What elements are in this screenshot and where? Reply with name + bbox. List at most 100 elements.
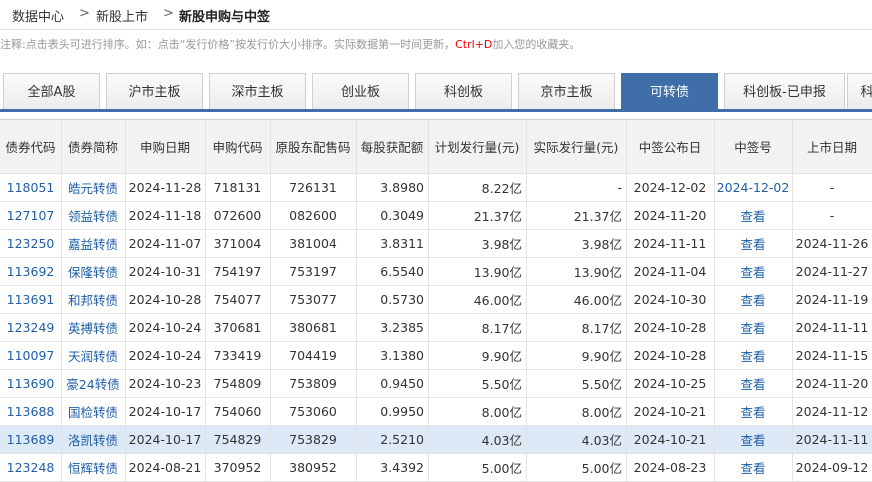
cell-allotment: 0.9450 [380,376,424,391]
column-divider [356,120,357,173]
column-divider [626,454,627,481]
cell-bond-code[interactable]: 113692 [0,258,61,285]
column-divider [356,314,357,341]
cell-bond-name[interactable]: 国检转债 [61,398,125,425]
cell-lucky-number[interactable]: 查看 [714,314,792,341]
header-lucky-number[interactable]: 中签号 [714,120,792,173]
column-divider [61,454,62,481]
column-divider [356,398,357,425]
header-bond-code[interactable]: 债券代码 [0,120,61,173]
cell-planned-size: 8.22亿 [481,181,522,196]
table-row[interactable]: 127107 领益转债 2024-11-18 072600 082600 0.3049 21… [0,202,872,230]
cell-bond-name[interactable]: 领益转债 [61,202,125,229]
cell-actual-size: 5.00亿 [581,461,622,476]
cell-bond-name[interactable]: 英搏转债 [61,314,125,341]
cell-actual-size: 13.90亿 [573,265,622,280]
column-divider [356,230,357,257]
cell-bond-code[interactable]: 123249 [0,314,61,341]
column-divider [526,398,527,425]
cell-bond-code[interactable]: 113691 [0,286,61,313]
cell-lucky-number[interactable]: 查看 [714,342,792,369]
cell-bond-code[interactable]: 118051 [0,174,61,201]
cell-lucky-number[interactable]: 查看 [714,202,792,229]
tab-sh-main[interactable]: 沪市主板 [106,73,203,110]
cell-planned-size: 9.90亿 [481,349,522,364]
breadcrumb-item-current: 新股申购与中签 [179,10,271,25]
tab-star-filed[interactable]: 科创板-已申报 [724,73,845,110]
cell-lucky-number[interactable]: 查看 [714,286,792,313]
table-row[interactable]: 113690 豪24转债 2024-10-23 754809 753809 0.9450 5… [0,370,872,398]
table-row[interactable]: 113689 洛凯转债 2024-10-17 754829 753829 2.5210 4.… [0,426,872,454]
cell-bond-name[interactable]: 保隆转债 [61,258,125,285]
header-bond-name[interactable]: 债券简称 [61,120,125,173]
cell-lucky-number[interactable]: 查看 [714,370,792,397]
column-divider [792,454,793,481]
header-subscribe-code[interactable]: 申购代码 [205,120,270,173]
header-planned-size[interactable]: 计划发行量(元) [428,120,526,173]
cell-bond-name[interactable]: 嘉益转债 [61,230,125,257]
column-divider [61,258,62,285]
cell-listing-date: 2024-11-12 [795,404,869,419]
cell-bond-code[interactable]: 113690 [0,370,61,397]
tab-all-a[interactable]: 全部A股 [3,73,100,110]
column-divider [714,398,715,425]
cell-bond-code[interactable]: 123248 [0,454,61,481]
table-row[interactable]: 118051 皓元转债 2024-11-28 718131 726131 3.8980 8.… [0,174,872,202]
cell-actual-size: 5.50亿 [581,377,622,392]
column-divider [205,120,206,173]
cell-bond-name[interactable]: 和邦转债 [61,286,125,313]
bond-table: 债券代码 债券简称 申购日期 申购代码 原股东配售码 每股获配额 计划发行量(元) 实际发行量… [0,119,872,482]
cell-subscribe-date: 2024-11-18 [128,208,202,223]
cell-lucky-number[interactable]: 2024-12-02 [714,174,792,201]
header-subscribe-date[interactable]: 申购日期 [125,120,205,173]
cell-bond-name[interactable]: 恒辉转债 [61,454,125,481]
cell-bond-name[interactable]: 皓元转债 [61,174,125,201]
cell-bond-name[interactable]: 天润转债 [61,342,125,369]
cell-lucky-number[interactable]: 查看 [714,258,792,285]
cell-bond-code[interactable]: 127107 [0,202,61,229]
cell-listing-date: 2024-09-12 [795,460,869,475]
cell-lucky-number[interactable]: 查看 [714,426,792,453]
cell-listing-date: 2024-11-27 [795,264,869,279]
cell-bond-name[interactable]: 豪24转债 [61,370,125,397]
table-row[interactable]: 110097 天润转债 2024-10-24 733419 704419 3.1380 9.… [0,342,872,370]
table-row[interactable]: 113692 保隆转债 2024-10-31 754197 753197 6.5540 13… [0,258,872,286]
cell-planned-size: 46.00亿 [473,293,522,308]
column-divider [61,174,62,201]
cell-planned-size: 3.98亿 [481,237,522,252]
cell-bond-code[interactable]: 113689 [0,426,61,453]
column-divider [61,342,62,369]
header-listing-date[interactable]: 上市日期 [792,120,872,173]
table-row[interactable]: 113688 国检转债 2024-10-17 754060 753060 0.9950 8.… [0,398,872,426]
table-row[interactable]: 123250 嘉益转债 2024-11-07 371004 381004 3.8311 3.… [0,230,872,258]
cell-bond-name[interactable]: 洛凯转债 [61,426,125,453]
column-divider [792,258,793,285]
column-divider [428,426,429,453]
tab-sz-main[interactable]: 深市主板 [209,73,306,110]
header-result-date[interactable]: 中签公布日 [626,120,714,173]
cell-lucky-number[interactable]: 查看 [714,398,792,425]
cell-placement-code: 381004 [289,236,337,251]
tab-more[interactable]: 科 [847,73,872,110]
cell-bond-code[interactable]: 113688 [0,398,61,425]
header-actual-size[interactable]: 实际发行量(元) [526,120,626,173]
cell-bond-code[interactable]: 123250 [0,230,61,257]
tab-chinext[interactable]: 创业板 [312,73,409,110]
table-row[interactable]: 123248 恒辉转债 2024-08-21 370952 380952 3.4392 5.… [0,454,872,482]
table-row[interactable]: 113691 和邦转债 2024-10-28 754077 753077 0.5730 46… [0,286,872,314]
cell-lucky-number[interactable]: 查看 [714,454,792,481]
tab-bj-main[interactable]: 京市主板 [518,73,615,110]
cell-result-date: 2024-11-20 [633,208,707,223]
header-placement-code[interactable]: 原股东配售码 [270,120,356,173]
cell-bond-code[interactable]: 110097 [0,342,61,369]
column-divider [428,454,429,481]
cell-actual-size: - [617,180,622,195]
tab-convertible[interactable]: 可转债 [621,73,718,110]
tab-star[interactable]: 科创板 [415,73,512,110]
cell-lucky-number[interactable]: 查看 [714,230,792,257]
table-row[interactable]: 123249 英搏转债 2024-10-24 370681 380681 3.2385 8.… [0,314,872,342]
breadcrumb-item-new-stock[interactable]: 新股上市 [96,6,148,25]
header-allotment[interactable]: 每股获配额 [356,120,428,173]
column-divider [125,314,126,341]
breadcrumb-item-data-center[interactable]: 数据中心 [12,6,64,25]
